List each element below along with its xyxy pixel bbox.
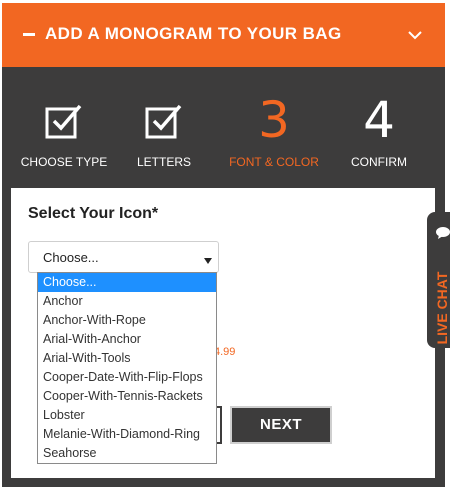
dropdown-option[interactable]: Choose... xyxy=(38,273,216,292)
dropdown-option[interactable]: Lobster xyxy=(38,406,216,425)
progress-steps: CHOOSE TYPE LETTERS 3 FONT & COLOR 4 CON… xyxy=(2,67,445,187)
step-confirm[interactable]: 4 CONFIRM xyxy=(329,67,429,187)
live-chat-label: LIVE CHAT xyxy=(434,271,450,345)
step-label: CONFIRM xyxy=(351,155,407,169)
dropdown-option[interactable]: Anchor-With-Rope xyxy=(38,311,216,330)
icon-select[interactable]: Choose... xyxy=(28,241,219,273)
minus-icon xyxy=(23,33,35,36)
panel-title: ADD A MONOGRAM TO YOUR BAG xyxy=(45,24,342,43)
chevron-down-icon[interactable] xyxy=(408,27,422,45)
next-button[interactable]: NEXT xyxy=(230,406,332,444)
dropdown-option[interactable]: Arial-With-Anchor xyxy=(38,330,216,349)
icon-dropdown-list[interactable]: Choose... Anchor Anchor-With-Rope Arial-… xyxy=(37,272,217,464)
dropdown-option[interactable]: Seahorse xyxy=(38,444,216,463)
dropdown-option[interactable]: Cooper-With-Tennis-Rackets xyxy=(38,387,216,406)
live-chat-tab[interactable]: LIVE CHAT xyxy=(427,212,450,348)
step-letters[interactable]: LETTERS xyxy=(114,67,214,187)
select-icon-heading: Select Your Icon* xyxy=(28,205,159,222)
step-font-color[interactable]: 3 FONT & COLOR xyxy=(224,67,324,187)
chat-bubble-icon xyxy=(435,226,450,245)
step-number: 4 xyxy=(363,91,395,149)
dropdown-option[interactable]: Melanie-With-Diamond-Ring xyxy=(38,425,216,444)
dropdown-option[interactable]: Cooper-Date-With-Flip-Flops xyxy=(38,368,216,387)
dropdown-option[interactable]: Arial-With-Tools xyxy=(38,349,216,368)
caret-down-icon xyxy=(204,252,212,267)
step-label: LETTERS xyxy=(136,155,191,169)
price-text: 4.99 xyxy=(214,346,236,358)
step-number: 3 xyxy=(258,91,290,149)
step-choose-type[interactable]: CHOOSE TYPE xyxy=(14,67,114,187)
checkbox-checked-icon xyxy=(45,103,83,144)
back-button[interactable] xyxy=(217,406,222,444)
checkbox-checked-icon xyxy=(145,103,183,144)
monogram-header[interactable]: ADD A MONOGRAM TO YOUR BAG xyxy=(2,3,445,67)
step-label: FONT & COLOR xyxy=(229,155,319,169)
select-value: Choose... xyxy=(43,250,99,265)
dropdown-option[interactable]: Anchor xyxy=(38,292,216,311)
